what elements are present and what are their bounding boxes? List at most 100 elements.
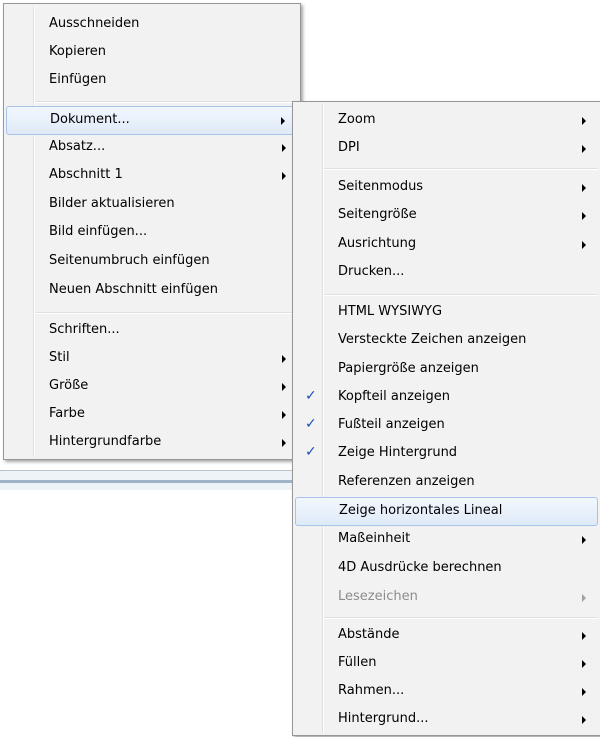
- menu-item-abschnitt[interactable]: Abschnitt 1: [6, 162, 298, 190]
- menu-item-seitengroesse[interactable]: Seitengröße: [295, 202, 598, 230]
- submenu-arrow-icon: [282, 355, 286, 363]
- menu-item-label: HTML WYSIWYG: [338, 304, 443, 319]
- menu-item-neuer-abschnitt[interactable]: Neuen Abschnitt einfügen: [6, 277, 298, 305]
- menu-item-drucken[interactable]: Drucken...: [295, 259, 598, 287]
- menu-item-label: Farbe: [49, 406, 85, 421]
- submenu-arrow-icon: [582, 536, 586, 544]
- menu-item-label: Dokument...: [50, 112, 130, 127]
- menu-item-label: Schriften...: [49, 322, 120, 337]
- menu-item-seitenumbruch[interactable]: Seitenumbruch einfügen: [6, 248, 298, 276]
- menu-item-label: Abschnitt 1: [49, 167, 123, 182]
- menu-item-label: Kopieren: [49, 44, 106, 59]
- menu-separator: [35, 312, 298, 314]
- context-menu: Ausschneiden Kopieren Einfügen Dokument.…: [3, 3, 301, 460]
- menu-item-label: Kopfteil anzeigen: [338, 389, 451, 404]
- menu-item-hintergrund[interactable]: Hintergrund...: [295, 706, 598, 734]
- menu-item-label: Hintergrund...: [338, 711, 429, 726]
- menu-item-fussteil[interactable]: ✓ Fußteil anzeigen: [295, 412, 598, 440]
- menu-item-label: Seitenmodus: [338, 179, 424, 194]
- submenu-arrow-icon: [582, 212, 586, 220]
- menu-item-label: Größe: [49, 378, 89, 393]
- menu-item-stil[interactable]: Stil: [6, 345, 298, 373]
- menu-item-label: Referenzen anzeigen: [338, 474, 475, 489]
- menu-item-referenzen[interactable]: Referenzen anzeigen: [295, 469, 598, 497]
- menu-item-label: Ausrichtung: [338, 236, 417, 251]
- menu-item-label: Stil: [49, 350, 70, 365]
- menu-item-zoom[interactable]: Zoom: [295, 107, 598, 135]
- submenu-arrow-icon: [582, 184, 586, 192]
- menu-item-label: Zoom: [338, 112, 376, 127]
- submenu-arrow-icon: [282, 144, 286, 152]
- submenu-arrow-icon: [582, 632, 586, 640]
- menu-item-label: Lesezeichen: [338, 589, 418, 604]
- checkmark-icon: ✓: [305, 388, 317, 404]
- submenu-arrow-icon: [282, 383, 286, 391]
- menu-item-label: Absatz...: [49, 139, 106, 154]
- menu-item-label: Papiergröße anzeigen: [338, 361, 479, 376]
- menu-item-bilder-aktualisieren[interactable]: Bilder aktualisieren: [6, 191, 298, 219]
- menu-item-dpi[interactable]: DPI: [295, 135, 598, 163]
- submenu-arrow-icon: [582, 688, 586, 696]
- menu-separator: [35, 101, 298, 103]
- menu-item-ausschneiden[interactable]: Ausschneiden: [6, 11, 298, 39]
- menu-item-label: Neuen Abschnitt einfügen: [49, 282, 218, 297]
- menu-item-lesezeichen: Lesezeichen: [295, 584, 598, 612]
- menu-item-versteckte-zeichen[interactable]: Versteckte Zeichen anzeigen: [295, 327, 598, 355]
- menu-item-farbe[interactable]: Farbe: [6, 401, 298, 429]
- menu-separator: [324, 294, 598, 296]
- menu-item-label: 4D Ausdrücke berechnen: [338, 560, 502, 575]
- submenu-arrow-icon: [582, 145, 586, 153]
- menu-item-ausdruecke[interactable]: 4D Ausdrücke berechnen: [295, 555, 598, 583]
- menu-item-einfuegen[interactable]: Einfügen: [6, 67, 298, 95]
- checkmark-icon: ✓: [305, 444, 317, 460]
- submenu-arrow-icon: [282, 411, 286, 419]
- menu-separator: [324, 168, 598, 170]
- checkmark-icon: ✓: [305, 416, 317, 432]
- submenu-arrow-icon: [582, 594, 586, 602]
- menu-item-absatz[interactable]: Absatz...: [6, 134, 298, 162]
- menu-item-masseinheit[interactable]: Maßeinheit: [295, 526, 598, 554]
- submenu-arrow-icon: [282, 439, 286, 447]
- menu-item-label: Bilder aktualisieren: [49, 196, 175, 211]
- menu-item-label: Hintergrundfarbe: [49, 434, 162, 449]
- document-submenu: Zoom DPI Seitenmodus Seitengröße Ausrich…: [292, 101, 600, 736]
- menu-separator: [324, 617, 598, 619]
- menu-item-horizontales-lineal[interactable]: Zeige horizontales Lineal: [295, 497, 598, 526]
- menu-item-label: Maßeinheit: [338, 531, 411, 546]
- background-window-bar: [0, 480, 296, 483]
- menu-item-rahmen[interactable]: Rahmen...: [295, 678, 598, 706]
- menu-item-label: DPI: [338, 140, 360, 155]
- menu-item-label: Ausschneiden: [49, 16, 140, 31]
- submenu-arrow-icon: [582, 117, 586, 125]
- submenu-arrow-icon: [282, 172, 286, 180]
- menu-item-label: Seitenumbruch einfügen: [49, 253, 210, 268]
- menu-item-bild-einfuegen[interactable]: Bild einfügen...: [6, 219, 298, 247]
- menu-item-abstaende[interactable]: Abstände: [295, 622, 598, 650]
- menu-item-label: Zeige horizontales Lineal: [339, 503, 503, 518]
- menu-item-zeige-hintergrund[interactable]: ✓ Zeige Hintergrund: [295, 440, 598, 468]
- menu-item-label: Versteckte Zeichen anzeigen: [338, 332, 527, 347]
- menu-item-kopieren[interactable]: Kopieren: [6, 39, 298, 67]
- submenu-arrow-icon: [582, 716, 586, 724]
- menu-item-label: Fußteil anzeigen: [338, 417, 445, 432]
- menu-item-fuellen[interactable]: Füllen: [295, 650, 598, 678]
- menu-item-groesse[interactable]: Größe: [6, 373, 298, 401]
- menu-item-schriften[interactable]: Schriften...: [6, 317, 298, 345]
- menu-item-papiergroesse[interactable]: Papiergröße anzeigen: [295, 356, 598, 384]
- submenu-arrow-icon: [582, 660, 586, 668]
- menu-item-label: Füllen: [338, 655, 377, 670]
- menu-item-label: Bild einfügen...: [49, 224, 148, 239]
- menu-item-seitenmodus[interactable]: Seitenmodus: [295, 174, 598, 202]
- menu-item-dokument[interactable]: Dokument...: [6, 106, 298, 135]
- menu-item-hintergrundfarbe[interactable]: Hintergrundfarbe: [6, 429, 298, 457]
- menu-item-label: Einfügen: [49, 72, 107, 87]
- menu-item-label: Abstände: [338, 627, 400, 642]
- menu-item-kopfteil[interactable]: ✓ Kopfteil anzeigen: [295, 384, 598, 412]
- menu-item-ausrichtung[interactable]: Ausrichtung: [295, 231, 598, 259]
- menu-item-label: Rahmen...: [338, 683, 405, 698]
- menu-item-label: Seitengröße: [338, 207, 417, 222]
- submenu-arrow-icon: [582, 241, 586, 249]
- menu-item-html-wysiwyg[interactable]: HTML WYSIWYG: [295, 299, 598, 327]
- background-window-edge: [0, 460, 296, 471]
- submenu-arrow-icon: [281, 117, 285, 125]
